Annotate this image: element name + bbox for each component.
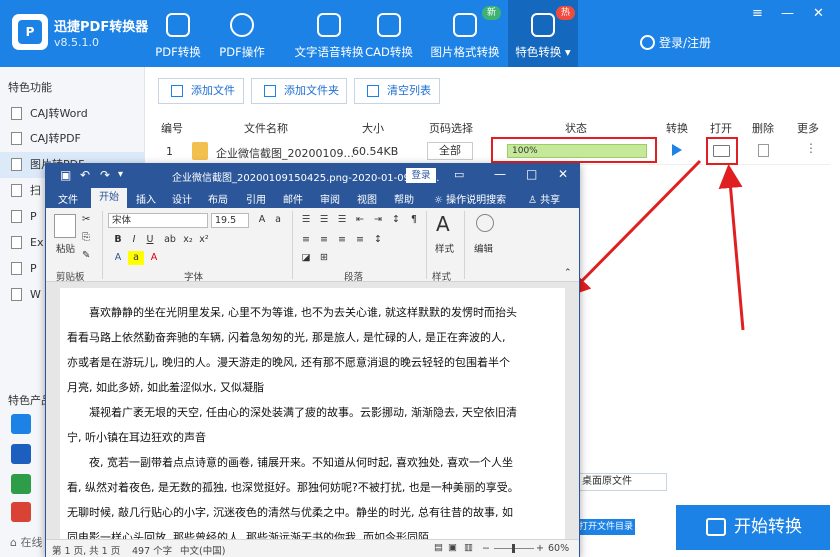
ribbon-separator bbox=[292, 211, 293, 279]
word-statusbar: 第 1 页, 共 1 页 497 个字 中文(中国) ▤ ▣ ▥ − + 60% bbox=[46, 539, 579, 557]
print-layout-icon[interactable]: ▣ bbox=[448, 542, 457, 553]
multilevel-icon[interactable]: ☰ bbox=[334, 213, 350, 227]
paste-button[interactable]: 粘贴 bbox=[56, 241, 75, 255]
text-effects-icon[interactable]: A bbox=[110, 251, 126, 265]
numbering-icon[interactable]: ☰ bbox=[316, 213, 332, 227]
share-button[interactable]: ♙ 共享 bbox=[528, 191, 560, 206]
bullets-icon[interactable]: ☰ bbox=[298, 213, 314, 227]
font-size-select[interactable]: 19.5 bbox=[211, 213, 249, 228]
tell-me-label: 操作说明搜索 bbox=[446, 195, 507, 206]
zoom-slider-thumb[interactable] bbox=[512, 544, 515, 553]
close-icon[interactable]: ✕ bbox=[558, 167, 568, 181]
superscript-icon[interactable]: x² bbox=[196, 233, 212, 247]
tell-me-search[interactable]: ☼ 操作说明搜索 bbox=[434, 191, 506, 206]
tab-home[interactable]: 开始 bbox=[91, 188, 127, 208]
customize-icon[interactable]: ▾ bbox=[118, 169, 123, 180]
paragraph-3: 夜, 宽若一副带着点点诗意的画卷, 铺展开来。不知道从何时起, 喜欢独处, 喜欢… bbox=[67, 456, 519, 544]
zoom-level[interactable]: 60% bbox=[548, 543, 569, 554]
ribbon-separator bbox=[426, 211, 427, 279]
web-layout-icon[interactable]: ▥ bbox=[464, 542, 473, 553]
word-document-area: 喜欢静静的坐在光阴里发呆, 心里不为等谁, 也不为去关心谁, 就这样默默的发愣时… bbox=[46, 282, 579, 544]
tab-file[interactable]: 文件 bbox=[58, 191, 78, 206]
language: 中文(中国) bbox=[180, 546, 226, 557]
cut-icon[interactable]: ✂ bbox=[82, 214, 90, 225]
borders-icon[interactable]: ⊞ bbox=[316, 251, 332, 265]
share-icon: ♙ bbox=[528, 195, 537, 206]
tab-mailings[interactable]: 邮件 bbox=[283, 191, 303, 206]
save-icon[interactable]: ▣ bbox=[60, 168, 71, 182]
tab-design[interactable]: 设计 bbox=[172, 191, 192, 206]
tab-review[interactable]: 审阅 bbox=[320, 191, 340, 206]
paragraph-2: 凝视着广袤无垠的天空, 任由心的深处装满了疲的故事。云影挪动, 渐渐隐去, 天空… bbox=[67, 406, 517, 444]
lightbulb-icon: ☼ bbox=[434, 195, 443, 206]
word-window[interactable]: ▣ ↶ ↷ ▾ 企业微信截图_20200109150425.png-2020-0… bbox=[45, 163, 580, 557]
share-label: 共享 bbox=[540, 195, 561, 206]
paragraph-1: 喜欢静静的坐在光阴里发呆, 心里不为等谁, 也不为去关心谁, 就这样默默的发愣时… bbox=[67, 306, 517, 394]
paste-icon[interactable] bbox=[54, 214, 76, 238]
highlight-icon[interactable]: a bbox=[128, 251, 144, 265]
font-name-select[interactable]: 宋体 bbox=[108, 213, 208, 228]
group-clipboard: 剪贴板 bbox=[56, 272, 85, 283]
maximize-icon[interactable]: □ bbox=[526, 167, 537, 181]
tab-references[interactable]: 引用 bbox=[246, 191, 266, 206]
shading-icon[interactable]: ◪ bbox=[298, 251, 314, 265]
align-left-icon[interactable]: ≡ bbox=[298, 233, 314, 247]
copy-icon[interactable]: ⎘ bbox=[82, 232, 90, 243]
ribbon-separator bbox=[102, 211, 103, 279]
font-color-icon[interactable]: A bbox=[146, 251, 162, 265]
word-doc-title: 企业微信截图_20200109150425.png-2020-01-09-15-… bbox=[172, 173, 440, 184]
shrink-font-icon[interactable]: a bbox=[270, 213, 286, 227]
increase-indent-icon[interactable]: ⇥ bbox=[370, 213, 386, 227]
word-ribbon: 粘贴 ✂ ⎘ ✎ 剪贴板 宋体 19.5 A a B I U ab x₂ x² … bbox=[46, 208, 579, 283]
grow-font-icon[interactable]: A bbox=[254, 213, 270, 227]
underline-icon[interactable]: U bbox=[142, 233, 158, 247]
zoom-in-icon[interactable]: + bbox=[536, 543, 544, 554]
decrease-indent-icon[interactable]: ⇤ bbox=[352, 213, 368, 227]
tab-insert[interactable]: 插入 bbox=[136, 191, 156, 206]
word-titlebar: ▣ ↶ ↷ ▾ 企业微信截图_20200109150425.png-2020-0… bbox=[46, 164, 579, 188]
format-painter-icon[interactable]: ✎ bbox=[82, 250, 90, 261]
ribbon-separator bbox=[464, 211, 465, 279]
undo-icon[interactable]: ↶ bbox=[80, 168, 90, 182]
ribbon-display-icon[interactable]: ▭ bbox=[454, 168, 464, 181]
styles-button[interactable]: 样式 bbox=[435, 241, 454, 255]
line-spacing-icon[interactable]: ↕ bbox=[370, 233, 386, 247]
styles-icon[interactable]: A bbox=[436, 212, 450, 236]
group-styles: 样式 bbox=[432, 272, 452, 283]
align-right-icon[interactable]: ≡ bbox=[334, 233, 350, 247]
group-font: 字体 bbox=[184, 272, 204, 283]
show-marks-icon[interactable]: ¶ bbox=[406, 213, 422, 227]
zoom-out-icon[interactable]: − bbox=[482, 543, 490, 554]
read-mode-icon[interactable]: ▤ bbox=[434, 542, 443, 553]
search-icon[interactable] bbox=[476, 214, 494, 232]
editing-button[interactable]: 编辑 bbox=[474, 241, 493, 255]
minimize-icon[interactable]: — bbox=[494, 167, 506, 181]
tab-help[interactable]: 帮助 bbox=[394, 191, 414, 206]
page-count: 第 1 页, 共 1 页 bbox=[52, 546, 121, 557]
align-center-icon[interactable]: ≡ bbox=[316, 233, 332, 247]
word-login-button[interactable]: 登录 bbox=[406, 168, 436, 183]
word-page[interactable]: 喜欢静静的坐在光阴里发呆, 心里不为等谁, 也不为去关心谁, 就这样默默的发愣时… bbox=[60, 288, 565, 544]
collapse-ribbon-icon[interactable]: ⌃ bbox=[564, 268, 572, 278]
subscript-icon[interactable]: x₂ bbox=[180, 233, 196, 247]
justify-icon[interactable]: ≡ bbox=[352, 233, 368, 247]
strikethrough-icon[interactable]: ab bbox=[162, 233, 178, 247]
redo-icon[interactable]: ↷ bbox=[100, 168, 110, 182]
group-paragraph: 段落 bbox=[344, 272, 364, 283]
word-ribbon-tabs: 文件 开始 插入 设计 布局 引用 邮件 审阅 视图 帮助 ☼ 操作说明搜索 ♙… bbox=[46, 188, 579, 208]
bold-icon[interactable]: B bbox=[110, 233, 126, 247]
italic-icon[interactable]: I bbox=[126, 233, 142, 247]
tab-layout[interactable]: 布局 bbox=[208, 191, 228, 206]
tab-view[interactable]: 视图 bbox=[357, 191, 377, 206]
sort-icon[interactable]: ↕ bbox=[388, 213, 404, 227]
word-count: 497 个字 bbox=[132, 546, 173, 557]
